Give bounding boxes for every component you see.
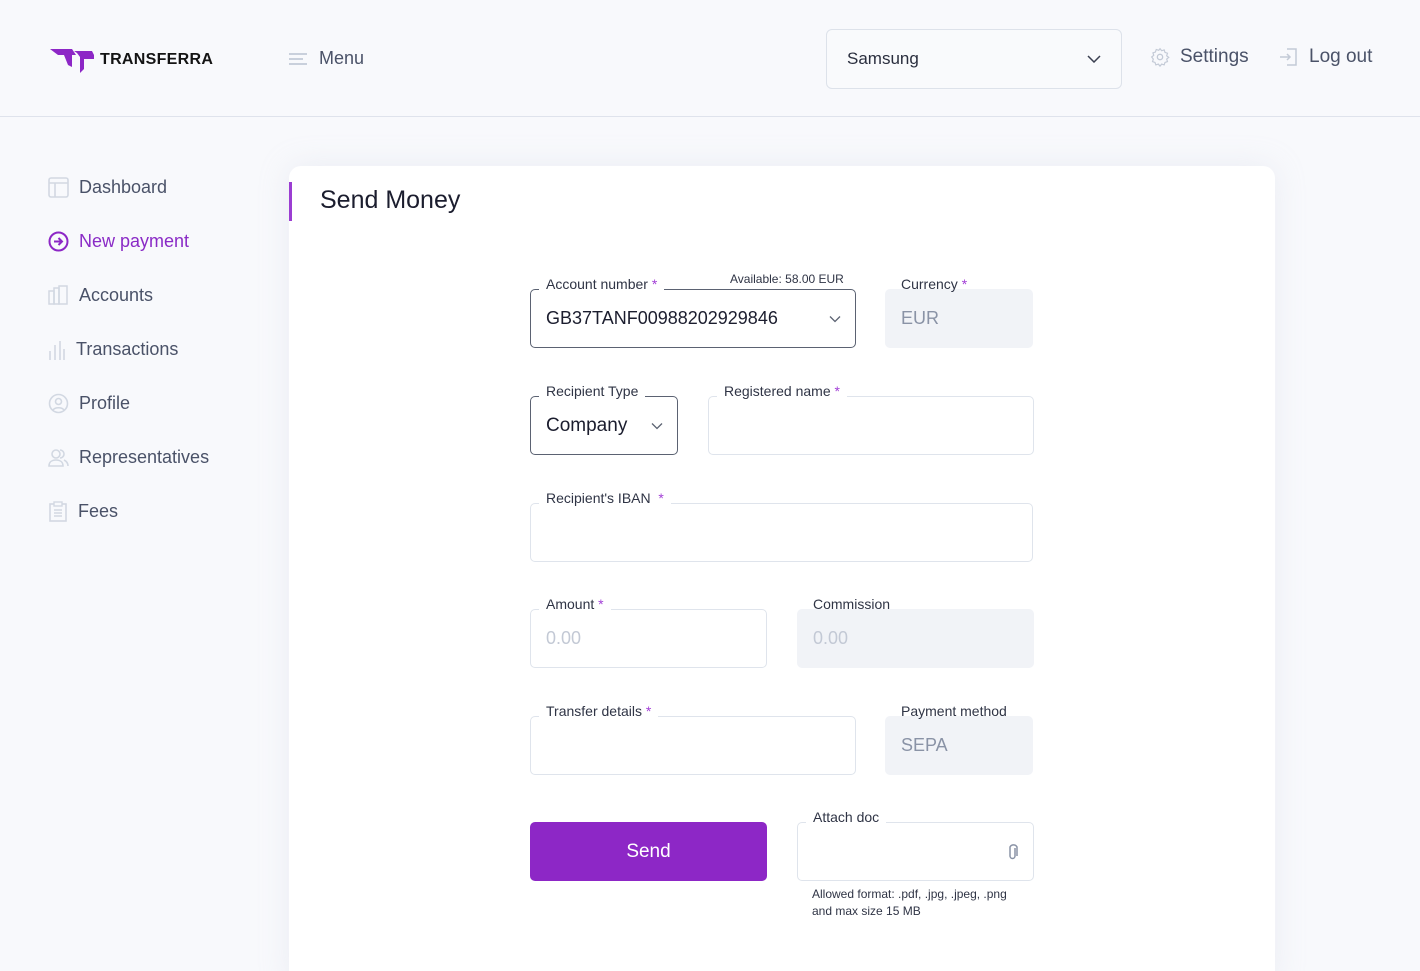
sidebar-item-profile[interactable]: Profile	[48, 376, 209, 430]
recipient-type-label: Recipient Type	[539, 383, 646, 399]
sidebar-item-transactions[interactable]: Transactions	[48, 322, 209, 376]
sidebar-item-accounts[interactable]: Accounts	[48, 268, 209, 322]
user-circle-icon	[48, 393, 69, 413]
brand-logo[interactable]: TRANSFERRA	[50, 47, 213, 73]
page-title: Send Money	[320, 186, 461, 214]
recipient-iban-input[interactable]: Recipient's IBAN *	[530, 490, 1033, 562]
brand-name: TRANSFERRA	[100, 51, 214, 68]
recipient-iban-label: Recipient's IBAN *	[539, 490, 671, 506]
paperclip-icon[interactable]	[1007, 843, 1019, 861]
attach-hint: Allowed format: .pdf, .jpg, .jpeg, .png …	[812, 886, 1007, 920]
commission-label: Commission	[813, 596, 891, 612]
top-header: TRANSFERRA Menu Samsung Settings Log out	[0, 0, 1420, 117]
account-number-label: Account number *	[539, 276, 665, 292]
attach-hint-formats: Allowed format: .pdf, .jpg, .jpeg, .png	[812, 887, 1007, 901]
menu-button[interactable]: Menu	[289, 48, 364, 69]
accounts-icon	[48, 284, 68, 305]
transferra-logo-icon	[50, 49, 94, 73]
gear-icon	[1150, 47, 1170, 67]
clipboard-icon	[49, 500, 67, 522]
logout-link[interactable]: Log out	[1279, 46, 1372, 68]
account-number-value: GB37TANF00988202929846	[546, 308, 778, 328]
registered-name-input[interactable]: Registered name *	[708, 383, 1034, 455]
account-number-select[interactable]: Account number * GB37TANF00988202929846	[530, 276, 856, 348]
commission-placeholder: 0.00	[813, 628, 849, 648]
transfer-details-input[interactable]: Transfer details *	[530, 703, 856, 775]
transfer-details-label: Transfer details *	[539, 703, 659, 719]
settings-link[interactable]: Settings	[1150, 46, 1249, 68]
arrow-circle-icon	[48, 231, 69, 251]
settings-label: Settings	[1180, 46, 1249, 67]
chevron-down-icon	[829, 315, 841, 322]
sidebar-label: Dashboard	[79, 176, 168, 197]
users-icon	[48, 448, 69, 467]
sidebar: Dashboard New payment Accounts Transacti…	[48, 160, 209, 538]
amount-input[interactable]: Amount * 0.00	[530, 596, 767, 668]
company-select[interactable]: Samsung	[826, 29, 1122, 89]
attach-doc-input[interactable]: Attach doc	[797, 809, 1034, 881]
sidebar-label: Fees	[78, 500, 119, 521]
sidebar-label: New payment	[79, 230, 190, 251]
payment-method-label: Payment method	[901, 703, 1007, 719]
title-accent-bar	[289, 182, 292, 221]
chevron-down-icon	[1087, 55, 1101, 63]
menu-label: Menu	[319, 48, 365, 68]
currency-label: Currency *	[901, 276, 968, 292]
amount-placeholder: 0.00	[546, 628, 582, 648]
currency-value: EUR	[901, 308, 940, 328]
recipient-type-value: Company	[546, 414, 628, 436]
payment-method-field: Payment method SEPA	[885, 703, 1033, 775]
sidebar-label: Transactions	[76, 338, 179, 359]
sidebar-label: Representatives	[79, 446, 210, 467]
commission-field: Commission 0.00	[797, 596, 1034, 668]
sidebar-item-representatives[interactable]: Representatives	[48, 430, 209, 484]
logout-icon	[1280, 48, 1297, 66]
hamburger-icon	[289, 52, 307, 65]
logout-label: Log out	[1309, 46, 1373, 67]
attach-doc-label: Attach doc	[806, 809, 887, 825]
recipient-type-select[interactable]: Recipient Type Company	[530, 383, 678, 455]
company-select-value: Samsung	[847, 49, 919, 68]
sidebar-item-fees[interactable]: Fees	[48, 484, 209, 538]
send-money-card: Send Money Available: 58.00 EUR Account …	[289, 166, 1275, 971]
registered-name-label: Registered name *	[717, 383, 847, 399]
send-button[interactable]: Send	[530, 822, 767, 881]
attach-hint-size: and max size 15 MB	[812, 904, 921, 918]
bar-chart-icon	[49, 340, 65, 360]
sidebar-item-dashboard[interactable]: Dashboard	[48, 160, 209, 214]
currency-field: Currency * EUR	[885, 276, 1033, 348]
sidebar-label: Accounts	[79, 284, 154, 305]
payment-method-value: SEPA	[901, 735, 948, 755]
amount-label: Amount *	[539, 596, 611, 612]
chevron-down-icon	[651, 422, 663, 429]
sidebar-label: Profile	[79, 392, 131, 413]
available-balance: Available: 58.00 EUR	[730, 272, 844, 286]
layout-icon	[48, 176, 69, 198]
sidebar-item-new-payment[interactable]: New payment	[48, 214, 209, 268]
